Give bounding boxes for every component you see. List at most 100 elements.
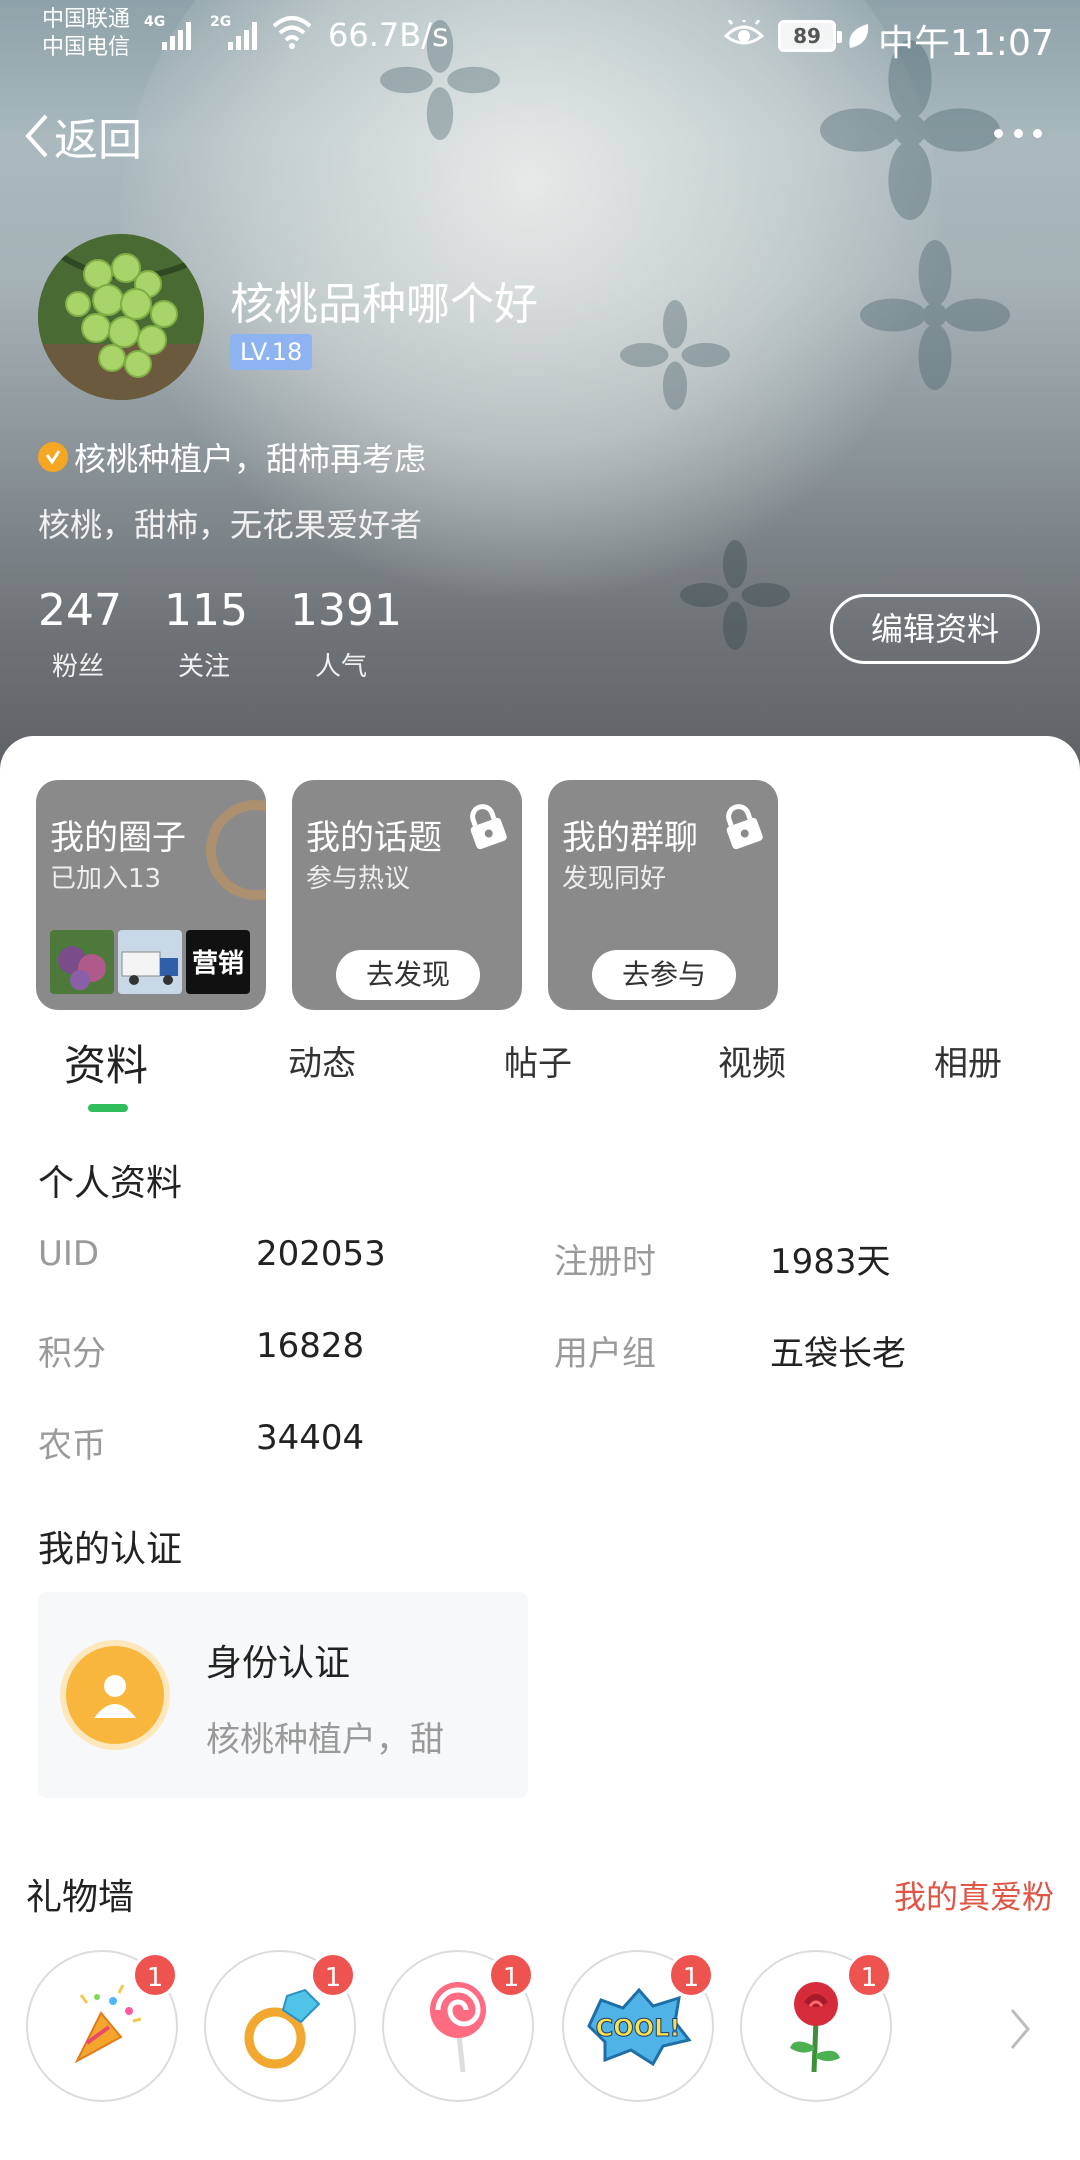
profile-tabs: 资料 动态 帖子 视频 相册 [0, 1036, 1080, 1116]
tab-videos[interactable]: 视频 [718, 1036, 786, 1085]
username: 核桃品种哪个好 [230, 279, 538, 330]
tile-title: 我的圈子 [50, 818, 186, 858]
gift-count-badge: 1 [668, 1952, 714, 1998]
circle-thumb-marketing: 营销 [186, 930, 250, 994]
stat-popularity[interactable]: 1391 人气 [290, 585, 402, 683]
party-popper-icon [74, 1984, 142, 2064]
status-bar: 中国联通 中国电信 4G 2G 66.7B/s 89 中午11:07 [0, 0, 1080, 76]
points-value: 16828 [256, 1326, 365, 1366]
level-badge: LV.18 [230, 334, 313, 370]
tile-subtitle: 参与热议 [306, 864, 411, 894]
stat-popularity-value: 1391 [290, 585, 402, 636]
verified-text: 核桃种植户，甜柿再考虑 [74, 440, 427, 478]
join-button[interactable]: 去参与 [592, 950, 736, 1000]
background-flower-icon [620, 300, 730, 410]
tile-my-topics[interactable]: 我的话题 参与热议 去发现 [292, 780, 522, 1010]
farm-coin-label: 农币 [38, 1426, 106, 1466]
gift-lollipop[interactable]: 1 [382, 1950, 534, 2102]
stat-popularity-label: 人气 [314, 652, 367, 682]
network-speed: 66.7B/s [328, 16, 449, 54]
uid-value: 202053 [256, 1234, 386, 1274]
user-avatar[interactable] [38, 234, 204, 400]
stat-following[interactable]: 115 关注 [164, 585, 248, 683]
marketing-thumb-text: 营销 [192, 949, 244, 979]
edit-profile-button[interactable]: 编辑资料 [830, 594, 1040, 664]
decorative-ring [206, 800, 266, 900]
identity-certification-card[interactable]: 身份认证 核桃种植户，甜 [38, 1592, 528, 1798]
diamond-ring-icon [244, 1988, 321, 2069]
wifi-icon [272, 16, 312, 49]
tile-title: 我的话题 [306, 818, 442, 858]
lollipop-icon [430, 1982, 486, 2073]
discover-button[interactable]: 去发现 [336, 950, 480, 1000]
gift-count-badge: 1 [488, 1952, 534, 1998]
user-bio: 核桃，甜柿，无花果爱好者 [38, 506, 423, 544]
stat-following-value: 115 [164, 585, 248, 636]
stat-following-label: 关注 [177, 652, 230, 682]
chevron-right-icon[interactable] [1006, 2006, 1034, 2052]
farm-coin-value: 34404 [256, 1418, 365, 1458]
verified-v-icon [38, 442, 68, 472]
tile-subtitle: 发现同好 [562, 864, 667, 894]
clock-time: 中午11:07 [878, 23, 1054, 64]
lock-icon [470, 804, 507, 850]
tile-my-circles[interactable]: 我的圈子 已加入13 营销 [36, 780, 266, 1010]
stat-fans-value: 247 [38, 585, 122, 636]
signal-strength-2-icon [228, 18, 257, 50]
cool-sticker-text: COOL! [596, 2014, 681, 2042]
personal-info-title: 个人资料 [38, 1163, 183, 1204]
circle-thumb-truck [118, 930, 182, 994]
back-label: 返回 [54, 115, 142, 166]
tile-subtitle: 已加入13 [50, 864, 162, 894]
gift-diamond-ring[interactable]: 1 [204, 1950, 356, 2102]
signal-strength-1-icon [162, 18, 191, 50]
active-tab-indicator [88, 1104, 128, 1112]
rose-icon [790, 1982, 840, 2073]
more-options-button[interactable] [994, 118, 1042, 148]
cool-sticker-icon: COOL! [587, 1987, 692, 2066]
background-flower-icon [680, 540, 790, 650]
points-label: 积分 [38, 1334, 106, 1374]
tab-album[interactable]: 相册 [934, 1036, 1002, 1085]
gift-count-badge: 1 [846, 1952, 892, 1998]
registration-value: 1983天 [770, 1242, 891, 1282]
certification-title: 我的认证 [38, 1529, 183, 1570]
leaf-icon [849, 24, 869, 48]
eye-comfort-icon [724, 20, 764, 45]
carrier-1-label: 中国联通 [42, 7, 131, 32]
more-dot-icon [1033, 128, 1042, 138]
tab-posts[interactable]: 帖子 [504, 1036, 572, 1085]
certification-card-title: 身份认证 [206, 1643, 351, 1684]
tile-title: 我的群聊 [562, 818, 698, 858]
registration-label: 注册时 [554, 1242, 656, 1282]
circle-thumbnails: 营销 [50, 930, 250, 994]
user-group-value: 五袋长老 [770, 1334, 906, 1374]
tab-activity[interactable]: 动态 [288, 1036, 356, 1085]
more-dot-icon [1013, 128, 1023, 138]
uid-label: UID [38, 1234, 100, 1274]
gift-count-badge: 1 [132, 1952, 178, 1998]
user-group-label: 用户组 [554, 1334, 656, 1374]
carrier-names: 中国联通 中国电信 [42, 6, 130, 62]
gift-party-popper[interactable]: 1 [26, 1950, 178, 2102]
gift-count-badge: 1 [310, 1952, 356, 1998]
stat-fans-label: 粉丝 [51, 652, 104, 682]
stat-fans[interactable]: 247 粉丝 [38, 585, 122, 683]
battery-icon: 89 [778, 20, 842, 52]
gift-rose[interactable]: 1 [740, 1950, 892, 2102]
circle-thumb-fruit [50, 930, 114, 994]
verified-identity: 核桃种植户，甜柿再考虑 [38, 434, 426, 480]
true-fans-link[interactable]: 我的真爱粉 [894, 1872, 1054, 1918]
back-button[interactable]: 返回 [22, 104, 142, 168]
chevron-left-icon [25, 114, 48, 158]
gift-wall-title: 礼物墙 [26, 1877, 135, 1918]
certification-card-description: 核桃种植户，甜 [206, 1720, 444, 1760]
background-flower-icon [860, 240, 1010, 390]
person-icon [66, 1646, 164, 1744]
tile-my-group-chats[interactable]: 我的群聊 发现同好 去参与 [548, 780, 778, 1010]
carrier-2-label: 中国电信 [42, 35, 131, 60]
gift-cool-sticker[interactable]: COOL! 1 [562, 1950, 714, 2102]
lock-icon [726, 804, 763, 850]
tab-profile[interactable]: 资料 [64, 1032, 148, 1093]
walnut-avatar-icon [38, 234, 204, 400]
